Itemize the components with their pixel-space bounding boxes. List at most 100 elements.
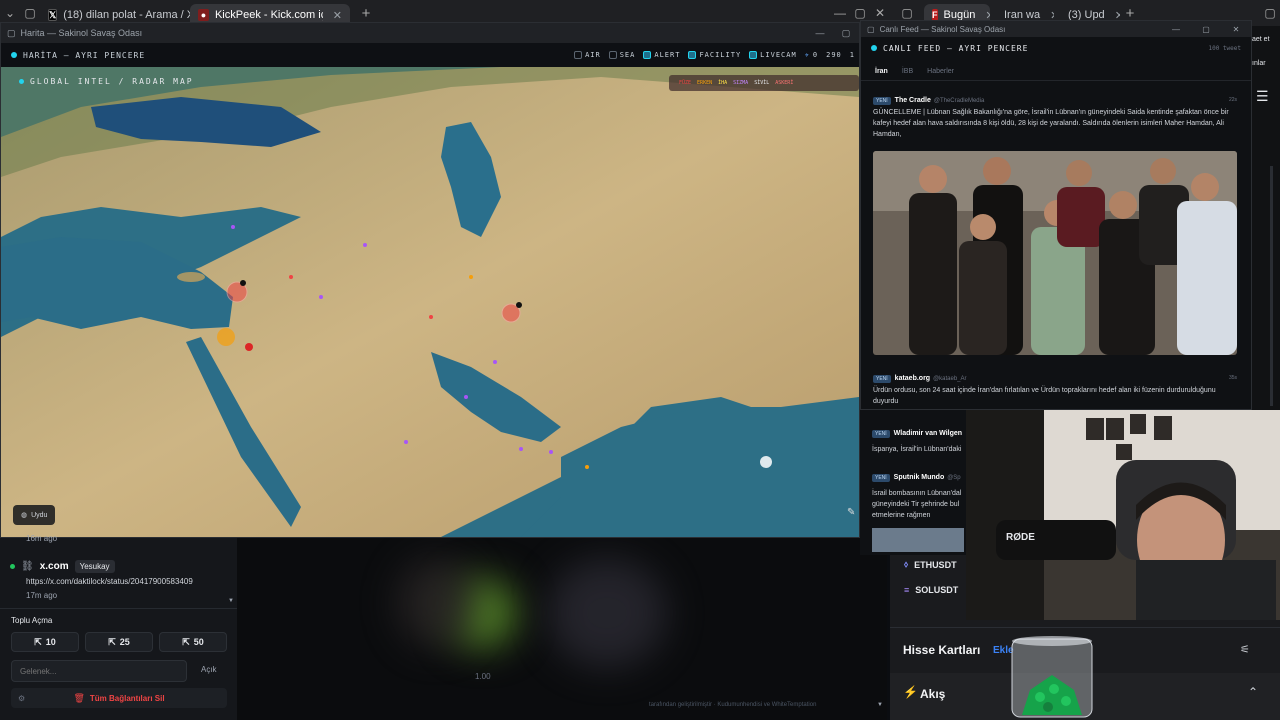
ethereum-icon: ⬨ [904, 559, 909, 569]
window-title: Canlı Feed — Sakinol Savaş Odası [879, 24, 1006, 34]
close-icon[interactable]: ✕ [333, 9, 342, 22]
feed-text: GÜNCELLEME | Lübnan Sağlık Bakanlığı'na … [873, 109, 1229, 138]
new-badge: YENİ [872, 474, 890, 482]
checkbox[interactable] [749, 51, 758, 59]
tab-ibb[interactable]: İBB [902, 68, 913, 75]
workspace-icon[interactable]: ▢ [20, 6, 40, 20]
menu-icon[interactable]: ☰ [1256, 88, 1269, 105]
radar-map[interactable]: GLOBAL INTEL / RADAR MAP FÜZE ERKEN İHA … [1, 67, 859, 537]
filter-label: AIR [585, 51, 601, 59]
close-window-icon[interactable]: ✕ [870, 6, 890, 20]
edit-icon[interactable]: ✎ [847, 507, 855, 518]
maximize-icon[interactable]: ▢ [1260, 6, 1280, 20]
open-toggle[interactable]: Açık [201, 665, 217, 674]
filter-alert[interactable]: ALERT [643, 51, 680, 59]
crypto-symbol: ETHUSDT [914, 559, 957, 570]
divider [0, 608, 237, 609]
post-user-badge: Yesukay [74, 560, 115, 573]
tag-input[interactable] [11, 660, 187, 682]
window-icon: ▢ [7, 27, 16, 38]
crypto-row-sol[interactable]: ≡ SOLUSDT [904, 585, 958, 595]
external-link-icon: ⇱ [182, 636, 190, 647]
minimize-icon[interactable]: — [807, 28, 833, 38]
chevron-up-icon[interactable]: ⌃ [1248, 685, 1258, 699]
open-50-button[interactable]: ⇱ 50 [159, 632, 227, 652]
checkbox[interactable] [688, 51, 697, 59]
tab-iran[interactable]: İran [875, 68, 888, 75]
checkbox[interactable] [574, 51, 583, 59]
feed-age: 35s [1228, 375, 1237, 381]
maximize-icon[interactable]: ▢ [833, 28, 859, 39]
filter-sea[interactable]: SEA [608, 51, 636, 59]
credits-text: tarafından geliştirilmiştir · Kudumunhen… [649, 702, 817, 708]
open-25-button[interactable]: ⇱ 25 [85, 632, 153, 652]
feed-item[interactable]: YENİ kataeb.org @kataeb_Ar 35s Ürdün ordus… [873, 373, 1237, 407]
map-window-titlebar: ▢ Harita — Sakinol Savaş Odası — ▢ [1, 23, 859, 43]
settings-icon[interactable]: ⚙ [18, 694, 25, 703]
delete-all-label: Tüm Bağlantıları Sil [89, 693, 165, 703]
new-tab-button[interactable]: + [1120, 5, 1140, 22]
sliders-icon[interactable]: ⚟ [1240, 643, 1250, 656]
maximize-icon[interactable]: ▢ [850, 6, 870, 20]
filter-facility[interactable]: FACILITY [688, 51, 741, 59]
edge-text: ınlar [1252, 60, 1266, 67]
scroll-down-icon[interactable]: ▼ [877, 702, 883, 708]
button-label: 50 [193, 637, 204, 647]
new-badge: YENİ [872, 430, 890, 438]
mic-brand-label: RØDE [1006, 532, 1035, 543]
button-label: 10 [45, 637, 56, 647]
webcam-overlay: RØDE [966, 410, 1280, 620]
background-page-strip: aet et ınlar ☰ [1252, 26, 1280, 410]
legend-item: ASKERİ [775, 80, 794, 86]
crypto-row-eth[interactable]: ⬨ ETHUSDT [904, 559, 957, 570]
feed-handle: @TheCradleMedia [933, 98, 985, 104]
legend-item: SIZMA [733, 80, 749, 86]
satellite-toggle-button[interactable]: ◍ Uydu [13, 505, 56, 525]
tab-label: (18) dilan polat - Arama / X [63, 9, 190, 21]
post-site[interactable]: x.com [40, 561, 69, 572]
minimize-icon[interactable]: — [1161, 25, 1191, 34]
blurred-video-content [397, 558, 477, 648]
tab-label: KickPeek - Kick.com için Gerçek Za [214, 9, 323, 21]
feed-list-lower: YENİ Wladimir van Wilgen İspanya, İsrail'… [860, 410, 970, 555]
tab-search-icon[interactable]: ⌄ [0, 6, 20, 20]
scroll-down-icon[interactable]: ▼ [228, 598, 234, 604]
live-dot-icon [871, 45, 877, 51]
plane-icon: ✈ [804, 51, 810, 59]
scrollbar[interactable] [1270, 166, 1273, 406]
feed-window: ▢ Canlı Feed — Sakinol Savaş Odası — ▢ ✕… [860, 20, 1252, 410]
external-link-icon: ⇱ [34, 636, 42, 647]
post-age: 16m ago [26, 534, 58, 543]
feed-item[interactable]: YENİ The Cradle @TheCradleMedia 22s GÜNCEL… [873, 95, 1237, 140]
feed-author: kataeb.org [894, 375, 931, 382]
feed-author: The Cradle [894, 97, 931, 104]
open-10-button[interactable]: ⇱ 10 [11, 632, 79, 652]
feed-item[interactable]: YENİ Sputnik Mundo @Sp İsrail bombasının L… [872, 472, 970, 521]
live-dot-icon [19, 79, 24, 84]
feed-item[interactable]: YENİ Wladimir van Wilgen İspanya, İsrail'… [872, 428, 970, 455]
post-url[interactable]: https://x.com/daktilock/status/204179005… [26, 577, 193, 586]
feed-text: İspanya, İsrail'in Lübnan'daki [872, 446, 962, 453]
video-player[interactable]: 1.00 tarafından geliştirilmiştir · Kudum… [237, 538, 887, 720]
feed-thumbnail[interactable] [872, 528, 964, 552]
tab-haberler[interactable]: Haberler [927, 68, 954, 75]
maximize-icon[interactable]: ▢ [1191, 25, 1221, 34]
minimize-icon[interactable]: — [830, 6, 850, 20]
workspace-icon[interactable]: ▢ [890, 6, 924, 20]
feed-photo[interactable] [873, 151, 1237, 355]
delete-all-button[interactable]: 🗑 Tüm Bağlantıları Sil [11, 688, 227, 708]
post-header: ⛓ x.com Yesukay [10, 560, 115, 573]
satellite-map-image [1, 67, 859, 537]
checkbox[interactable] [643, 51, 652, 59]
checkbox[interactable] [608, 51, 617, 59]
close-window-icon[interactable]: ✕ [1221, 25, 1251, 34]
external-link-icon: ⇱ [108, 636, 116, 647]
new-tab-button[interactable]: + [356, 5, 376, 22]
filter-livecam[interactable]: LIVECAM [749, 51, 797, 59]
filter-label: LIVECAM [760, 51, 797, 59]
edge-text: aet et [1252, 36, 1270, 43]
filter-air[interactable]: AIR [574, 51, 601, 59]
map-toolbar: HARİTA — AYRI PENCERE AIR SEA ALERT FACI… [1, 43, 859, 67]
webcam-image [966, 410, 1280, 620]
feed-author: Wladimir van Wilgen [893, 430, 963, 437]
